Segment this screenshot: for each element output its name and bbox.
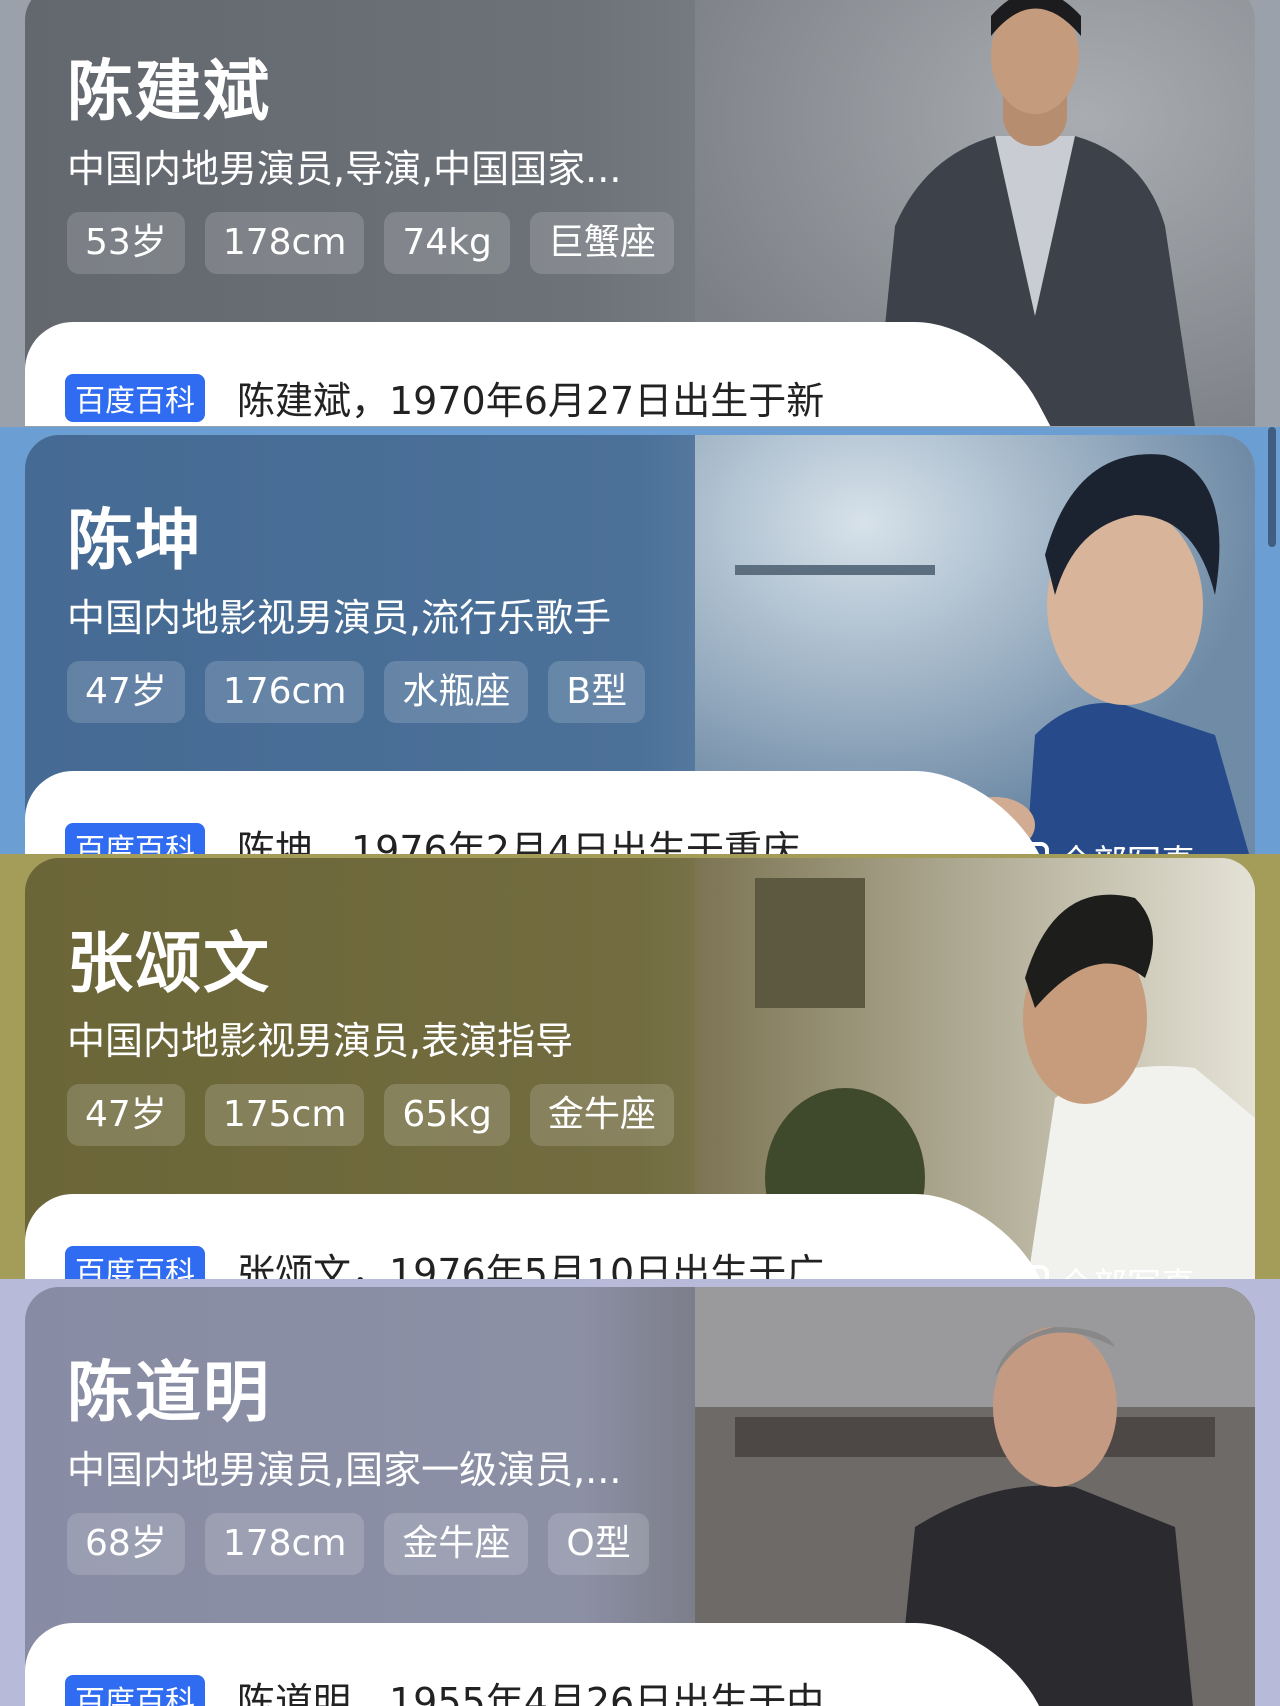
tag-list: 53岁 178cm 74kg 巨蟹座: [67, 212, 674, 274]
person-card-strip: 陈道明 中国内地男演员,国家一级演员,... 68岁 178cm 金牛座 O型 …: [0, 1279, 1280, 1706]
tag-blood-type: B型: [548, 661, 646, 723]
baike-abstract[interactable]: 百度百科 陈坤，1976年2月4日出生于重庆: [25, 771, 935, 854]
person-name: 陈道明: [67, 1354, 271, 1431]
tag-age: 47岁: [67, 1084, 185, 1146]
person-name: 陈建斌: [67, 53, 271, 130]
abstract-text: 张颂文，1976年5月10日出生于广: [237, 1251, 825, 1279]
tag-age: 47岁: [67, 661, 185, 723]
all-photos-label: 全部写真: [1059, 1258, 1195, 1279]
photo-icon: [1013, 1264, 1049, 1279]
all-photos-label: 全部写真: [1059, 835, 1195, 854]
baike-badge: 百度百科: [65, 1246, 205, 1279]
abstract-text: 陈坤，1976年2月4日出生于重庆: [237, 828, 801, 854]
person-description: 中国内地男演员,国家一级演员,...: [67, 1448, 622, 1492]
baike-badge: 百度百科: [65, 374, 205, 422]
person-card[interactable]: 张颂文 中国内地影视男演员,表演指导 47岁 175cm 65kg 金牛座 百度…: [25, 858, 1255, 1279]
tag-age: 68岁: [67, 1513, 185, 1575]
tag-height: 175cm: [204, 1084, 365, 1146]
tag-height: 178cm: [204, 212, 365, 274]
abstract-text: 陈道明，1955年4月26日出生于中: [237, 1680, 825, 1706]
tag-list: 68岁 178cm 金牛座 O型: [67, 1513, 649, 1575]
tag-zodiac: 金牛座: [529, 1084, 674, 1146]
tag-weight: 74kg: [384, 212, 510, 274]
tag-zodiac: 巨蟹座: [529, 212, 674, 274]
tag-height: 178cm: [204, 1513, 365, 1575]
person-card[interactable]: 陈道明 中国内地男演员,国家一级演员,... 68岁 178cm 金牛座 O型 …: [25, 1287, 1255, 1706]
person-card[interactable]: 陈坤 中国内地影视男演员,流行乐歌手 47岁 176cm 水瓶座 B型 百度百科…: [25, 435, 1255, 854]
person-description: 中国内地影视男演员,流行乐歌手: [67, 596, 612, 640]
baike-abstract[interactable]: 百度百科 陈建斌，1970年6月27日出生于新: [25, 322, 935, 426]
tag-age: 53岁: [67, 212, 185, 274]
baike-badge: 百度百科: [65, 823, 205, 854]
person-card-strip: 陈坤 中国内地影视男演员,流行乐歌手 47岁 176cm 水瓶座 B型 百度百科…: [0, 427, 1280, 854]
person-description: 中国内地影视男演员,表演指导: [67, 1019, 574, 1063]
person-card-strip: 陈建斌 中国内地男演员,导演,中国国家... 53岁 178cm 74kg 巨蟹…: [0, 0, 1280, 427]
person-name: 陈坤: [67, 502, 203, 579]
tag-list: 47岁 175cm 65kg 金牛座: [67, 1084, 674, 1146]
baike-abstract[interactable]: 百度百科 张颂文，1976年5月10日出生于广: [25, 1194, 935, 1279]
all-photos-button[interactable]: 全部写真: [1013, 1258, 1195, 1279]
baike-badge: 百度百科: [65, 1675, 205, 1706]
all-photos-button[interactable]: 全部写真: [1013, 835, 1195, 854]
tag-zodiac: 金牛座: [384, 1513, 529, 1575]
tag-blood-type: O型: [548, 1513, 649, 1575]
scrollbar[interactable]: [1268, 427, 1276, 547]
person-card-strip: 张颂文 中国内地影视男演员,表演指导 47岁 175cm 65kg 金牛座 百度…: [0, 854, 1280, 1279]
person-card[interactable]: 陈建斌 中国内地男演员,导演,中国国家... 53岁 178cm 74kg 巨蟹…: [25, 0, 1255, 426]
tag-list: 47岁 176cm 水瓶座 B型: [67, 661, 646, 723]
abstract-text: 陈建斌，1970年6月27日出生于新: [237, 379, 825, 423]
tag-weight: 65kg: [384, 1084, 510, 1146]
person-name: 张颂文: [67, 925, 271, 1002]
person-description: 中国内地男演员,导演,中国国家...: [67, 147, 622, 191]
tag-height: 176cm: [204, 661, 365, 723]
tag-zodiac: 水瓶座: [384, 661, 529, 723]
photo-icon: [1013, 841, 1049, 854]
baike-abstract[interactable]: 百度百科 陈道明，1955年4月26日出生于中: [25, 1623, 935, 1706]
